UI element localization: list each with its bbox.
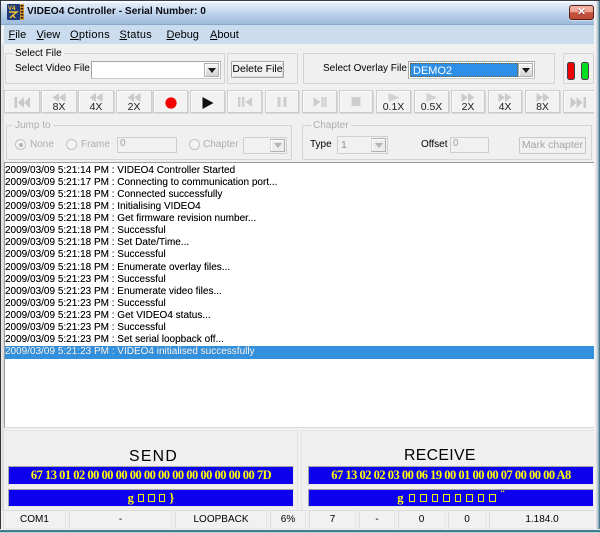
svg-text:V4: V4 [8,6,16,12]
